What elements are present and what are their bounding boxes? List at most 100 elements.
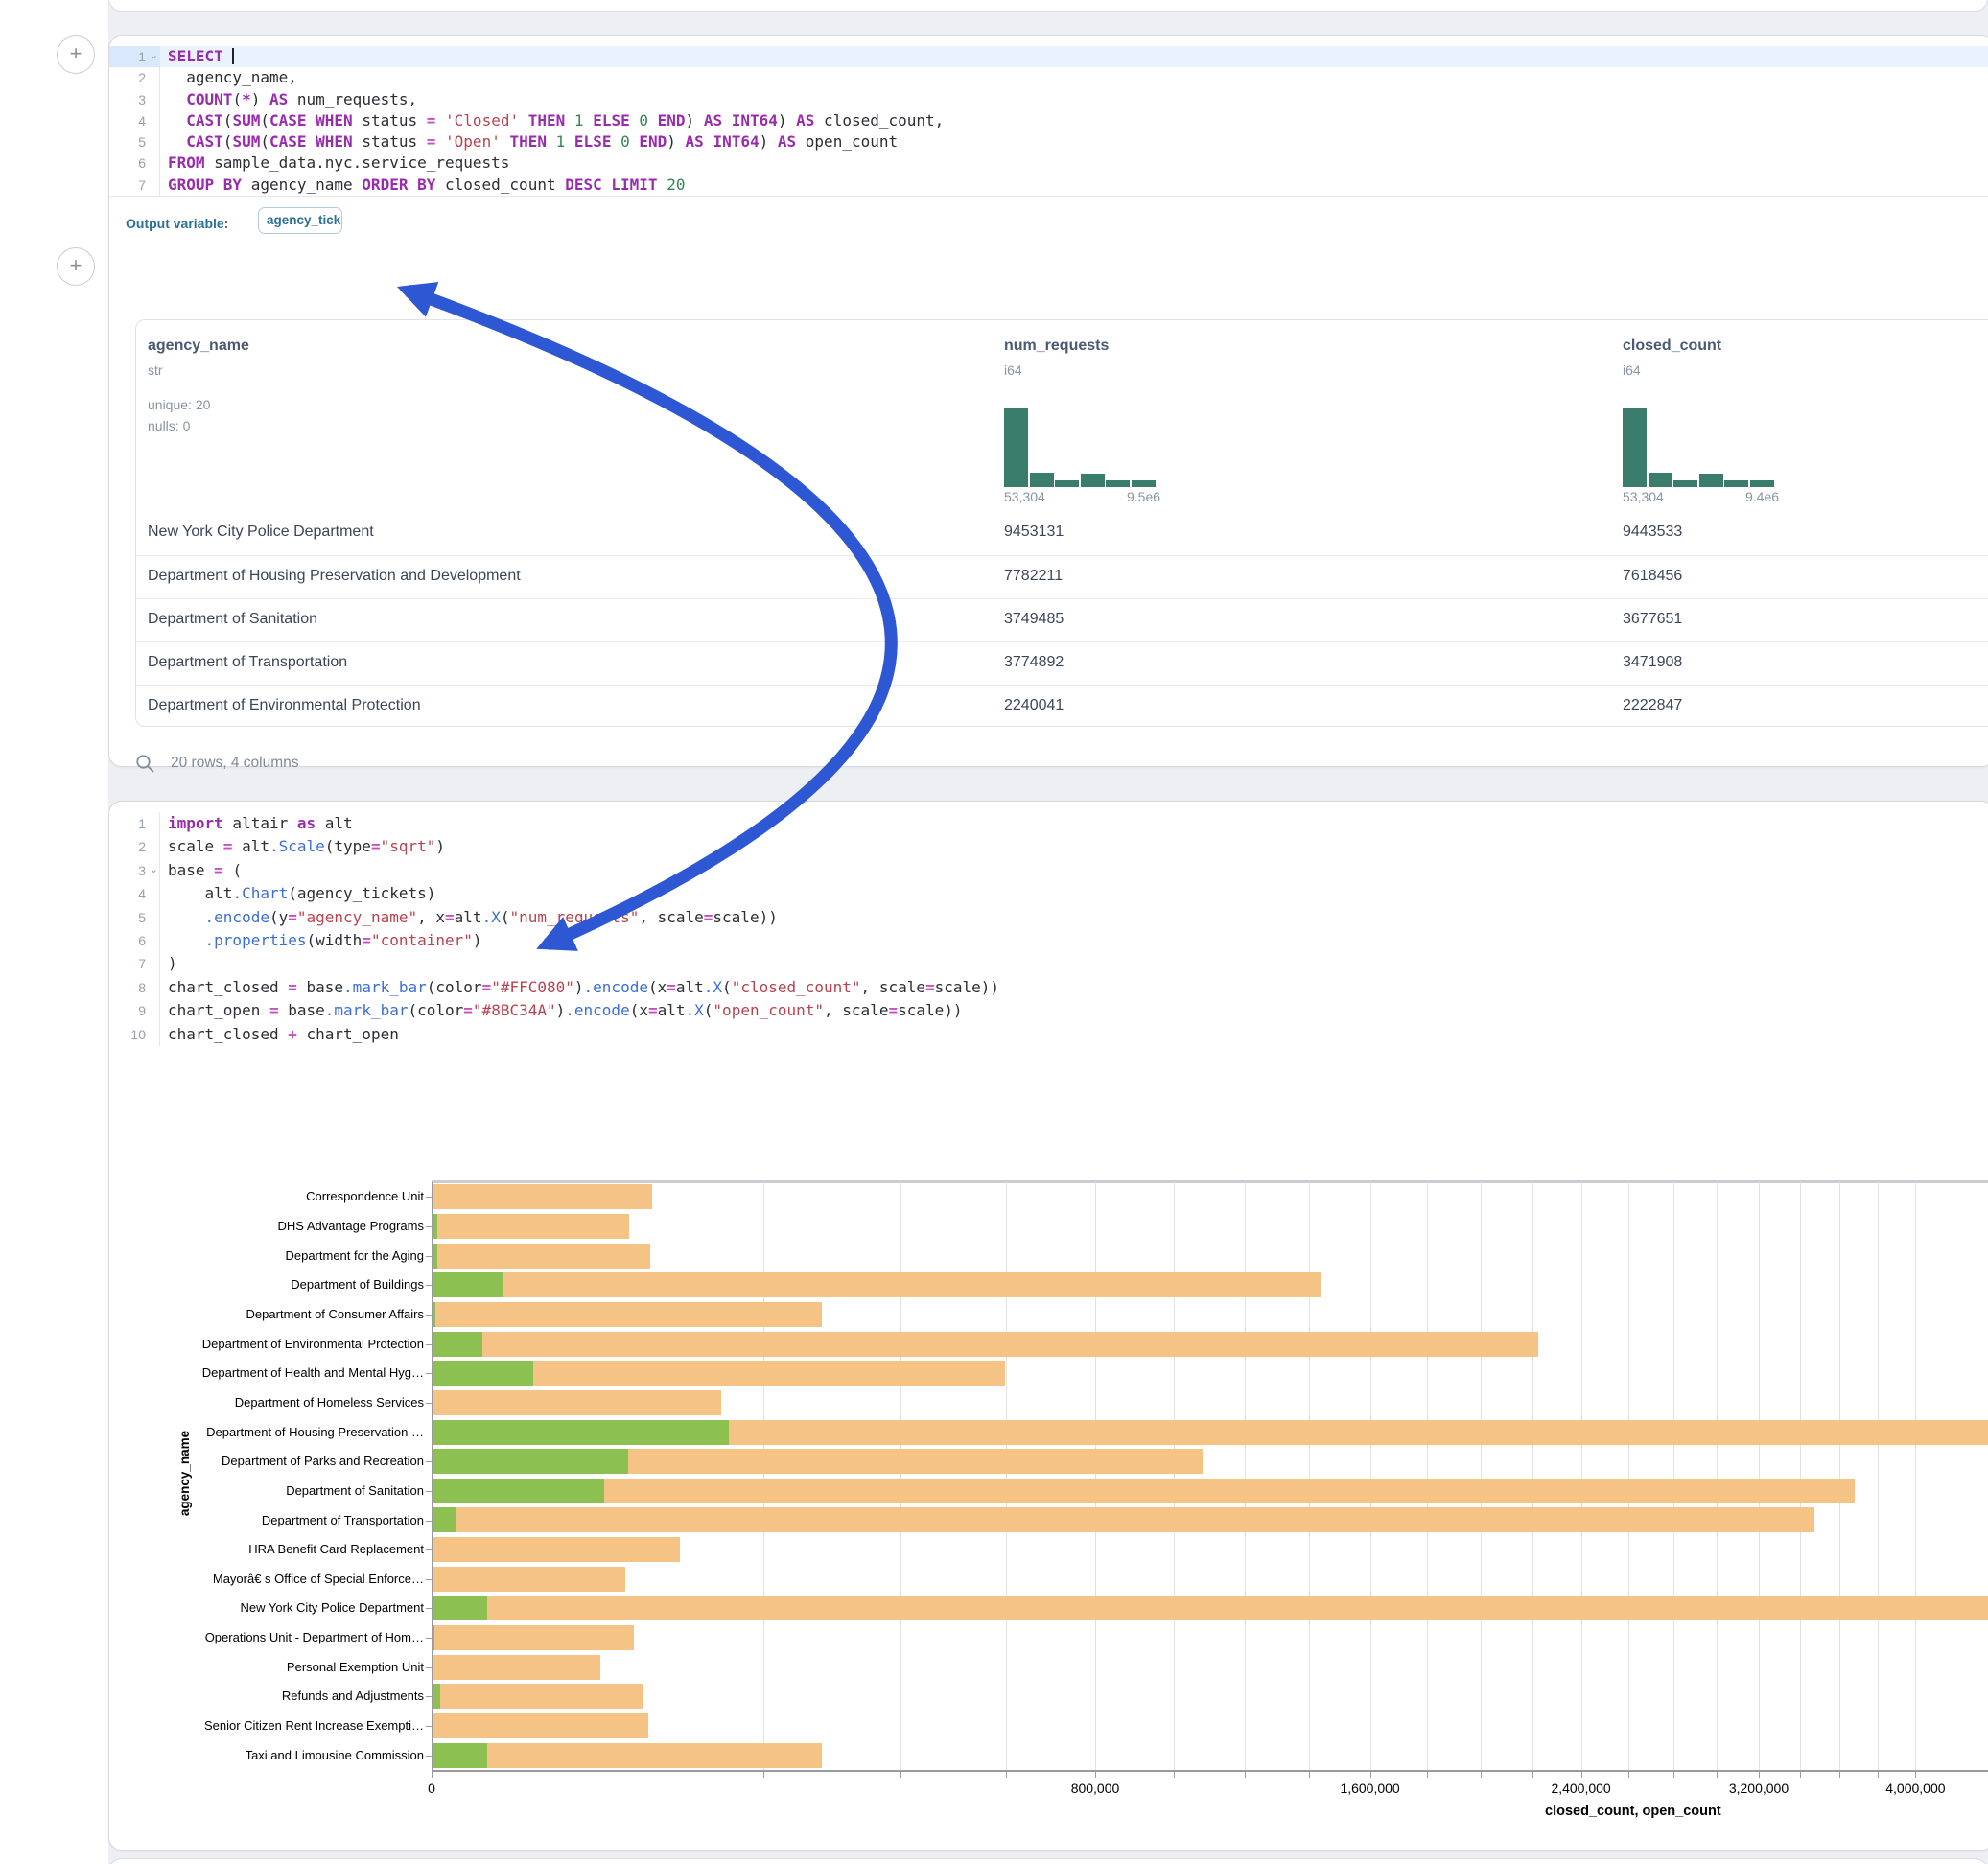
code-line[interactable]: 4 alt.Chart(agency_tickets) <box>109 882 1988 905</box>
code-line[interactable]: 9chart_open = base.mark_bar(color="#8BC3… <box>109 999 1988 1022</box>
table-row[interactable]: New York City Police Department945313194… <box>136 512 1988 555</box>
gridline <box>1839 1182 1840 1770</box>
table-cell: 7618456 <box>1623 568 1682 585</box>
y-axis-title: agency_name <box>177 1431 192 1516</box>
line-number: 7 <box>109 175 160 196</box>
line-number: 8 <box>109 976 160 999</box>
bar-closed_count <box>432 1390 721 1415</box>
code-line[interactable]: 3 COUNT(*) AS num_requests, <box>109 89 1988 110</box>
gridline <box>1800 1182 1801 1770</box>
histogram-bar <box>1623 408 1647 487</box>
column-type: i64 <box>1004 362 1022 378</box>
y-tick <box>426 1579 432 1580</box>
table-row[interactable]: Department of Environmental Protection22… <box>136 685 1988 727</box>
table-cell: 3774892 <box>1004 654 1064 671</box>
column-header[interactable]: num_requests <box>1004 338 1109 355</box>
code-line[interactable]: 7GROUP BY agency_name ORDER BY closed_co… <box>109 175 1988 196</box>
y-axis-label: Department of Sanitation <box>40 1483 424 1498</box>
code-line[interactable]: 7) <box>109 952 1988 975</box>
code-line[interactable]: 8chart_closed = base.mark_bar(color="#FF… <box>109 976 1988 999</box>
gridline <box>763 1182 764 1770</box>
fold-chevron-icon[interactable]: ⌄ <box>150 858 158 881</box>
x-tick <box>1006 1772 1007 1778</box>
bar-open_count <box>432 1361 533 1386</box>
histogram-bar <box>1673 480 1697 487</box>
column-type: str <box>148 362 163 378</box>
y-axis-label: Personal Exemption Unit <box>40 1660 424 1674</box>
code-line[interactable]: 6FROM sample_data.nyc.service_requests <box>109 152 1988 174</box>
code-text: ) <box>168 952 177 975</box>
code-line[interactable]: 2scale = alt.Scale(type="sqrt") <box>109 835 1988 858</box>
add-cell-button-mid[interactable]: + <box>57 247 95 286</box>
bar-closed_count <box>432 1713 648 1738</box>
y-axis-label: Mayorâ€ s Office of Special Enforce… <box>40 1572 424 1586</box>
y-axis-label: Department of Homeless Services <box>40 1395 424 1410</box>
gridline <box>1532 1182 1533 1770</box>
histogram-bar <box>1004 408 1028 487</box>
gridline <box>1309 1182 1310 1770</box>
code-line[interactable]: 1⌄SELECT <box>109 46 1988 67</box>
code-line[interactable]: 5 CAST(SUM(CASE WHEN status = 'Open' THE… <box>109 131 1988 152</box>
histogram-bar <box>1132 480 1156 487</box>
bar-closed_count <box>432 1332 1538 1357</box>
column-header[interactable]: agency_name <box>148 338 249 355</box>
code-text: chart_closed + chart_open <box>168 1023 399 1046</box>
code-line[interactable]: 2 agency_name, <box>109 67 1988 88</box>
column-stat: nulls: 0 <box>148 418 190 433</box>
x-tick <box>1878 1772 1879 1778</box>
table-row[interactable]: Department of Sanitation37494853677651 <box>136 598 1988 641</box>
column-histogram <box>1004 408 1158 487</box>
gridline <box>1174 1182 1175 1770</box>
text-cursor <box>232 48 234 64</box>
output-variable-pill[interactable]: agency_tickets <box>258 207 342 234</box>
gridline <box>900 1182 901 1770</box>
altair-bar-chart[interactable]: Correspondence UnitDHS Advantage Program… <box>432 1182 1988 1770</box>
y-tick <box>426 1373 432 1374</box>
bar-open_count <box>432 1449 628 1474</box>
column-header[interactable]: closed_count <box>1623 338 1721 355</box>
line-number: 4 <box>109 882 160 905</box>
y-tick <box>426 1667 432 1668</box>
sql-code-editor[interactable]: 1⌄SELECT 2 agency_name,3 COUNT(*) AS num… <box>109 46 1988 196</box>
line-number: 1 <box>109 812 160 835</box>
code-line[interactable]: 1import altair as alt <box>109 812 1988 835</box>
x-axis-label: 2,400,000 <box>1524 1781 1639 1796</box>
fold-chevron-icon[interactable]: ⌄ <box>150 45 158 66</box>
code-line[interactable]: 4 CAST(SUM(CASE WHEN status = 'Closed' T… <box>109 110 1988 131</box>
y-tick <box>426 1638 432 1639</box>
histogram-bar <box>1649 473 1672 487</box>
y-axis-label: Refunds and Adjustments <box>40 1689 424 1703</box>
table-row[interactable]: Department of Housing Preservation and D… <box>136 555 1988 598</box>
line-number: 4 <box>109 110 160 131</box>
bar-closed_count <box>432 1567 625 1592</box>
code-line[interactable]: 6 .properties(width="container") <box>109 929 1988 952</box>
code-line[interactable]: 3⌄base = ( <box>109 859 1988 882</box>
code-line[interactable]: 10chart_closed + chart_open <box>109 1023 1988 1046</box>
y-tick <box>426 1226 432 1227</box>
x-tick <box>763 1772 764 1778</box>
code-text: COUNT(*) AS num_requests, <box>168 89 417 110</box>
gridline <box>1759 1182 1760 1770</box>
add-cell-button-top[interactable]: + <box>57 35 95 74</box>
code-line[interactable]: 5 .encode(y="agency_name", x=alt.X("num_… <box>109 906 1988 929</box>
table-cell: New York City Police Department <box>148 524 374 541</box>
gridline <box>1481 1182 1482 1770</box>
table-row[interactable]: Department of Transportation377489234719… <box>136 641 1988 685</box>
y-axis-label: Department of Environmental Protection <box>40 1337 424 1351</box>
x-tick <box>1673 1772 1674 1778</box>
code-text: .encode(y="agency_name", x=alt.X("num_re… <box>168 906 778 929</box>
y-tick <box>426 1756 432 1757</box>
search-icon[interactable] <box>135 754 155 774</box>
x-tick <box>1915 1772 1916 1778</box>
y-tick <box>426 1696 432 1697</box>
line-number: 2 <box>109 835 160 858</box>
y-axis-label: DHS Advantage Programs <box>40 1219 424 1233</box>
table-cell: Department of Transportation <box>148 654 347 671</box>
bar-closed_count <box>432 1214 629 1239</box>
column-histogram <box>1623 408 1776 487</box>
sql-cell-card: 1⌄SELECT 2 agency_name,3 COUNT(*) AS num… <box>108 35 1988 767</box>
histogram-bar <box>1055 480 1079 487</box>
bar-open_count <box>432 1684 440 1709</box>
python-code-editor[interactable]: 1import altair as alt2scale = alt.Scale(… <box>109 812 1988 1046</box>
histogram-bar <box>1030 473 1054 487</box>
